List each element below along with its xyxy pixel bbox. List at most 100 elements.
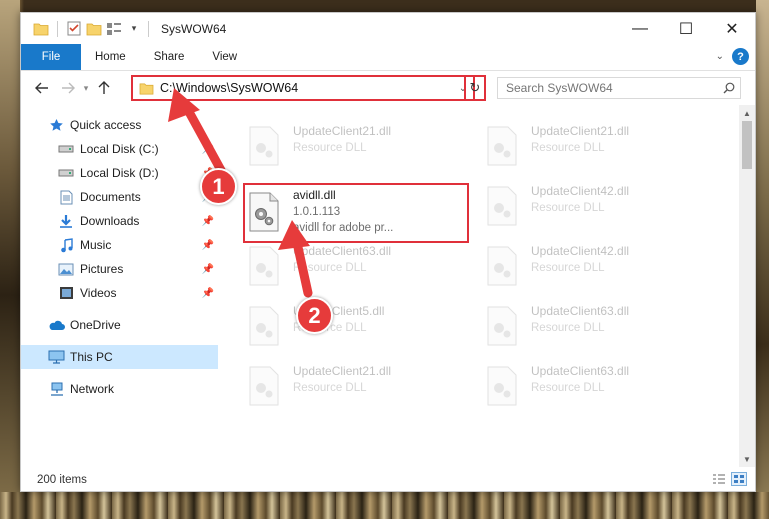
details-view-icon[interactable]	[711, 472, 727, 486]
scroll-up-icon[interactable]: ▲	[739, 105, 755, 121]
file-type: Resource DLL	[531, 322, 605, 334]
file-item[interactable]: UpdateClient42.dll Resource DLL	[483, 239, 713, 295]
star-icon	[47, 117, 65, 133]
new-folder-icon[interactable]	[84, 19, 104, 39]
back-button[interactable]	[31, 77, 53, 99]
sidebar-item-music[interactable]: Music 📌	[21, 233, 218, 257]
vertical-scrollbar[interactable]: ▲ ▼	[739, 105, 755, 467]
tab-file[interactable]: File	[21, 44, 81, 70]
close-button[interactable]: ✕	[709, 13, 755, 44]
videos-icon	[57, 285, 75, 301]
drive-icon	[57, 141, 75, 157]
file-type: Resource DLL	[293, 142, 367, 154]
sidebar-item-label: Local Disk (D:)	[80, 166, 159, 180]
sidebar-item-documents[interactable]: Documents 📌	[21, 185, 218, 209]
dll-file-icon	[483, 303, 521, 349]
file-name: UpdateClient63.dll	[531, 304, 630, 318]
title-divider	[57, 20, 58, 37]
file-item-avidll[interactable]: avidll.dll 1.0.1.113 avidll for adobe pr…	[243, 183, 469, 243]
file-type: Resource DLL	[531, 202, 605, 214]
item-count: 200 items	[37, 473, 87, 486]
sidebar-item-label: Videos	[80, 286, 117, 300]
dll-file-icon	[483, 123, 521, 169]
file-item[interactable]: UpdateClient42.dll Resource DLL	[483, 179, 713, 235]
sidebar-item-label: Music	[80, 238, 112, 252]
file-type: Resource DLL	[531, 382, 605, 394]
dll-file-icon	[483, 363, 521, 409]
computer-icon	[47, 349, 65, 365]
file-type: Resource DLL	[531, 262, 605, 274]
maximize-button[interactable]: ☐	[663, 13, 709, 44]
scrollbar-thumb[interactable]	[742, 121, 752, 169]
file-name: avidll.dll	[293, 188, 336, 202]
pin-icon: 📌	[201, 287, 214, 299]
sidebar-item-local-disk-d[interactable]: Local Disk (D:) 📌	[21, 161, 218, 185]
search-box[interactable]	[497, 77, 741, 99]
folder-icon	[31, 19, 51, 39]
navigation-pane: Quick access Local Disk (C:) 📌 Local Dis…	[21, 105, 218, 467]
refresh-button[interactable]: ↻	[464, 75, 486, 101]
recent-locations-icon[interactable]: ▾	[79, 77, 93, 99]
pin-icon: 📌	[201, 239, 214, 251]
status-bar: 200 items	[21, 468, 755, 491]
tab-home[interactable]: Home	[81, 44, 140, 70]
up-button[interactable]	[93, 77, 115, 99]
file-item[interactable]: UpdateClient63.dll Resource DLL	[483, 299, 713, 355]
view-options-icon[interactable]	[104, 19, 124, 39]
network-icon	[47, 381, 65, 397]
step-marker-2: 2	[296, 297, 333, 334]
sidebar-item-label: OneDrive	[70, 318, 121, 332]
tab-view[interactable]: View	[198, 44, 251, 70]
refresh-icon: ↻	[469, 80, 481, 95]
scroll-down-icon[interactable]: ▼	[739, 451, 755, 467]
file-item[interactable]: UpdateClient21.dll Resource DLL	[245, 359, 475, 415]
title-divider	[148, 20, 149, 37]
minimize-button[interactable]: —	[617, 13, 663, 44]
sidebar-item-local-disk-c[interactable]: Local Disk (C:) 📌	[21, 137, 218, 161]
sidebar-item-label: Local Disk (C:)	[80, 142, 159, 156]
tab-share[interactable]: Share	[140, 44, 199, 70]
chevron-down-icon[interactable]: ⌄	[716, 51, 724, 62]
file-item[interactable]: UpdateClient21.dll Resource DLL	[483, 119, 713, 175]
file-item[interactable]: UpdateClient21.dll Resource DLL	[245, 119, 475, 175]
pin-icon: 📌	[201, 143, 214, 155]
sidebar-item-downloads[interactable]: Downloads 📌	[21, 209, 218, 233]
file-type: Resource DLL	[531, 142, 605, 154]
dll-file-icon	[483, 183, 521, 229]
file-item[interactable]: UpdateClient63.dll Resource DLL	[483, 359, 713, 415]
properties-icon[interactable]	[64, 19, 84, 39]
sidebar-item-videos[interactable]: Videos 📌	[21, 281, 218, 305]
file-list: UpdateClient21.dll Resource DLL avidll.d…	[219, 105, 739, 467]
search-input[interactable]	[498, 79, 718, 97]
file-name: UpdateClient63.dll	[531, 364, 630, 378]
file-name: UpdateClient42.dll	[531, 244, 630, 258]
dll-file-icon	[245, 303, 283, 349]
file-name: UpdateClient63.dll	[293, 244, 392, 258]
address-bar[interactable]: C:\Windows\SysWOW64 ⌄	[131, 75, 475, 101]
step-marker-1: 1	[200, 168, 237, 205]
pin-icon: 📌	[201, 263, 214, 275]
search-icon[interactable]	[718, 82, 740, 94]
file-item[interactable]: UpdateClient5.dll Resource DLL	[245, 299, 475, 355]
address-row: ▾ C:\Windows\SysWOW64 ⌄ ↻	[21, 72, 755, 104]
large-icons-view-icon[interactable]	[731, 472, 747, 486]
sidebar-item-network[interactable]: Network	[21, 377, 218, 401]
sidebar-item-quick-access[interactable]: Quick access	[21, 113, 218, 137]
sidebar-item-onedrive[interactable]: OneDrive	[21, 313, 218, 337]
file-name: UpdateClient21.dll	[293, 124, 392, 138]
desktop-background-left	[0, 0, 20, 492]
forward-button[interactable]	[57, 77, 79, 99]
customize-toolbar-icon[interactable]: ▾	[124, 19, 144, 39]
file-item[interactable]: UpdateClient63.dll Resource DLL	[245, 239, 475, 295]
sidebar-item-pictures[interactable]: Pictures 📌	[21, 257, 218, 281]
sidebar-item-label: This PC	[70, 350, 113, 364]
help-icon[interactable]: ?	[732, 48, 749, 65]
address-path[interactable]: C:\Windows\SysWOW64	[160, 81, 453, 95]
desktop-background-right	[756, 0, 769, 492]
ribbon-tabs: File Home Share View ⌄ ?	[21, 44, 755, 71]
downloads-icon	[57, 213, 75, 229]
sidebar-item-this-pc[interactable]: This PC	[21, 345, 218, 369]
dll-file-icon	[483, 243, 521, 289]
documents-icon	[57, 189, 75, 205]
file-name: UpdateClient42.dll	[531, 184, 630, 198]
